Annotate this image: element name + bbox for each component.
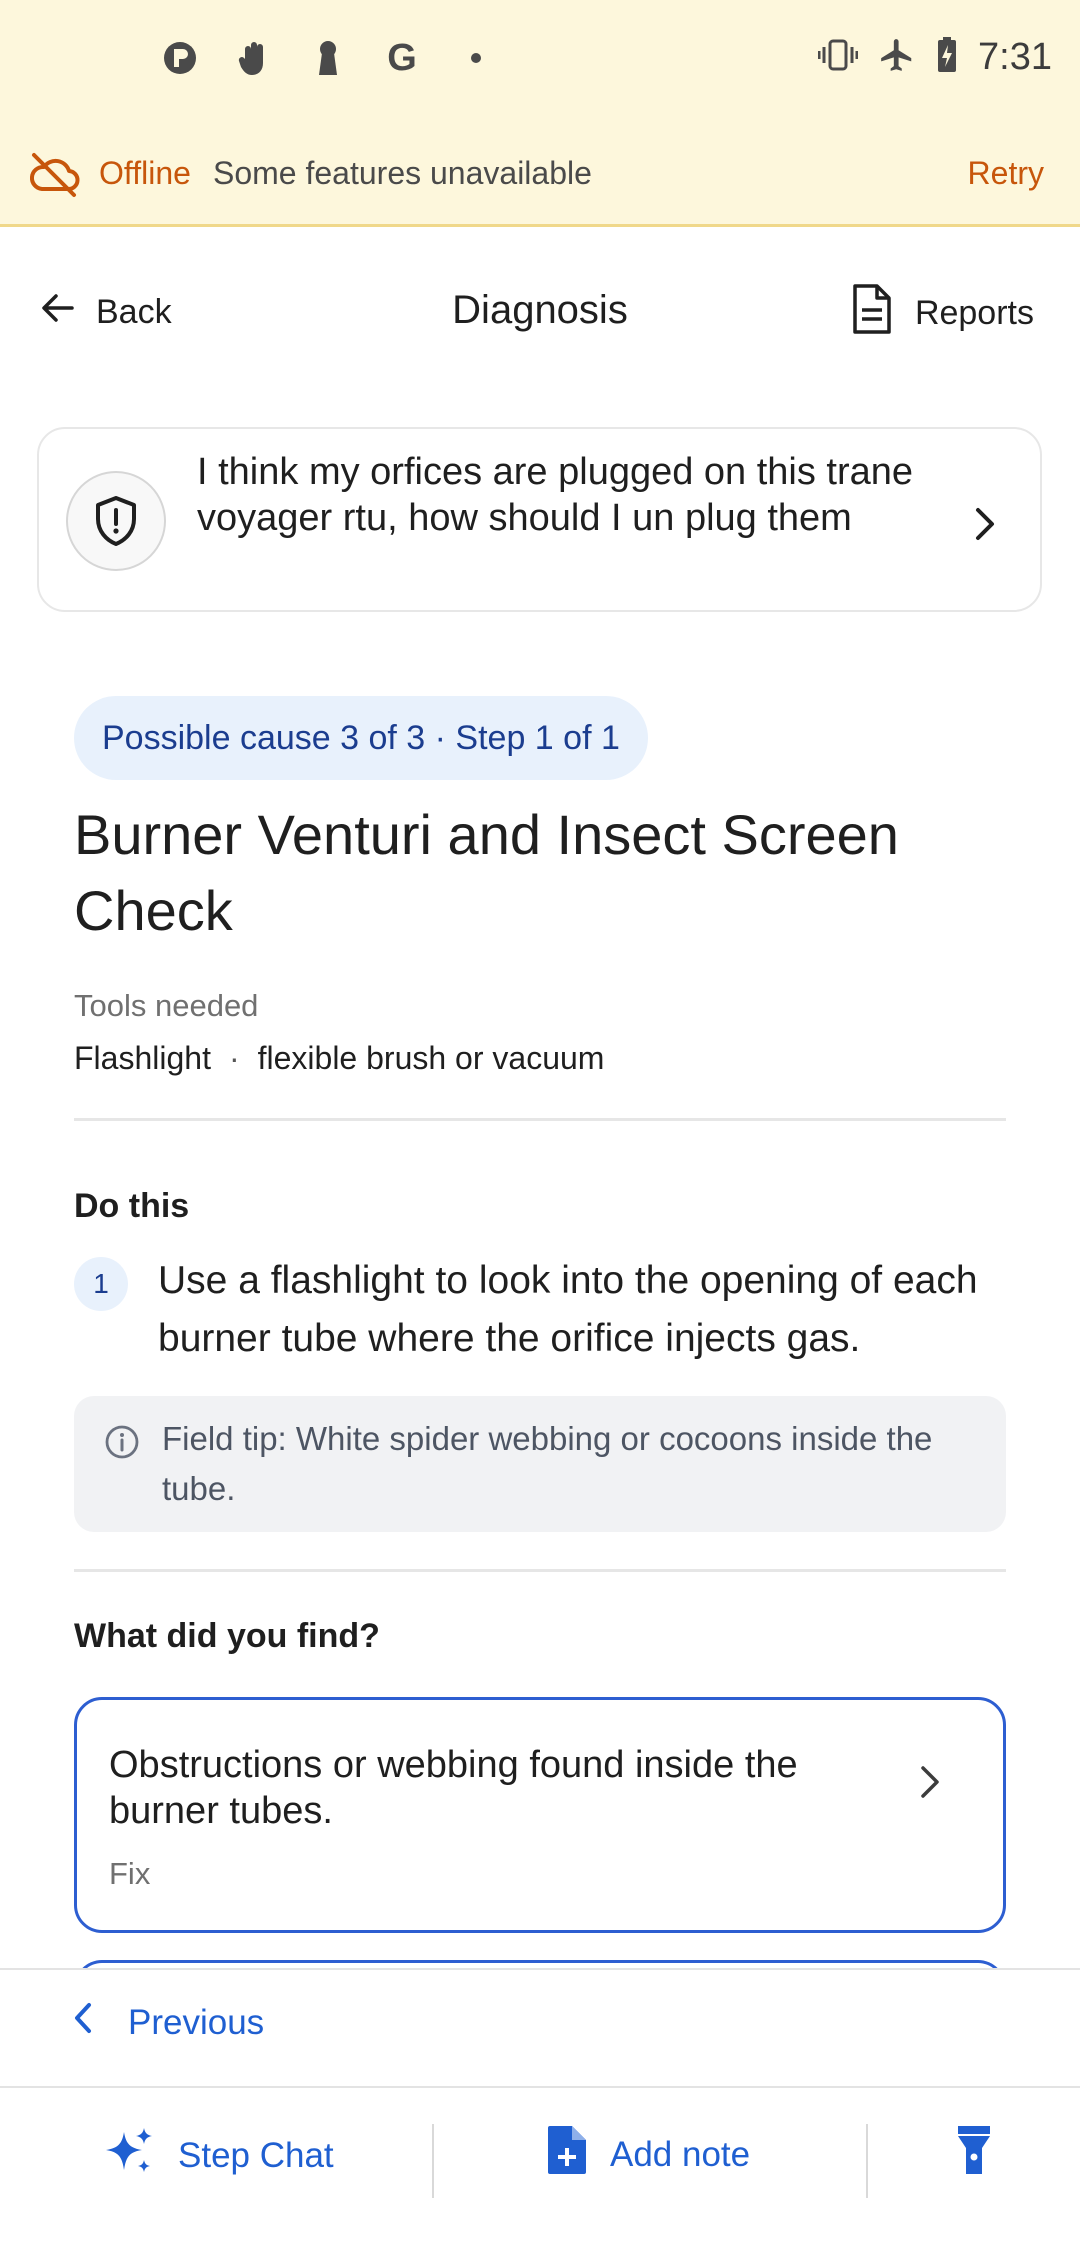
question-card[interactable]: I think my orfices are plugged on this t… [37,427,1042,612]
google-g-icon: G [387,36,417,79]
clock-time: 7:31 [978,36,1052,78]
reports-label: Reports [914,294,1034,332]
chevron-left-icon [72,2000,94,2045]
reports-button[interactable]: Reports [849,283,1034,344]
dot-icon [456,38,496,78]
question-text: I think my orfices are plugged on this t… [197,451,914,539]
bottom-bar: Previous Step Chat Add note [0,1968,1080,2262]
divider [74,1118,1006,1121]
airplane-icon [878,36,916,79]
tool-item: flexible brush or vacuum [257,1040,605,1076]
chevron-right-icon [917,1762,943,1802]
flashlight-icon [956,2124,992,2187]
chevron-right-icon [970,504,1000,544]
hand-icon [234,38,274,78]
findings-heading: What did you find? [74,1617,380,1655]
back-button[interactable]: Back [40,290,172,335]
toolbar-separator [866,2124,868,2198]
do-this-heading: Do this [74,1187,190,1225]
status-bar: G 7:31 [0,0,1080,125]
field-tip: Field tip: White spider webbing or cocoo… [74,1396,1006,1532]
sparkle-icon [102,2124,156,2187]
app-p-icon [160,38,200,78]
offline-banner: Offline Some features unavailable Retry [0,125,1080,227]
status-bar-left-icons: G [160,36,496,79]
step-chat-button[interactable]: Step Chat [102,2124,334,2187]
finding-option-subtitle: Fix [109,1856,151,1891]
finding-option[interactable]: Obstructions or webbing found inside the… [74,1697,1006,1933]
add-note-button[interactable]: Add note [546,2124,750,2185]
tools-list: Flashlight · flexible brush or vacuum [74,1040,604,1077]
document-icon [849,283,893,344]
toolbar-separator [432,2124,434,2198]
previous-button[interactable]: Previous [72,2000,264,2045]
divider [74,1569,1006,1572]
cloud-off-icon [28,151,80,199]
back-label: Back [96,293,172,331]
offline-message: Some features unavailable [213,155,592,191]
info-icon [104,1424,140,1460]
field-tip-text: Field tip: White spider webbing or cocoo… [162,1420,933,1507]
step-chat-label: Step Chat [178,2135,334,2175]
keyhole-icon [308,38,348,78]
action-toolbar: Step Chat Add note [0,2088,1080,2262]
retry-button[interactable]: Retry [968,155,1044,192]
add-note-label: Add note [610,2134,751,2174]
finding-option-title: Obstructions or webbing found inside the… [109,1744,798,1832]
tool-separator: · [228,1040,240,1076]
status-bar-right-icons: 7:31 [817,36,1052,79]
arrow-left-icon [40,290,76,335]
vibrate-icon [817,37,859,78]
previous-label: Previous [128,2002,265,2042]
instruction-text: Use a flashlight to look into the openin… [158,1259,978,1360]
flashlight-button[interactable] [956,2124,992,2187]
step-title: Burner Venturi and Insect Screen Check [74,803,899,942]
shield-icon [66,471,166,571]
tool-item: Flashlight [74,1040,211,1076]
offline-label: Offline [99,155,191,191]
top-nav: Back Diagnosis Reports [0,228,1080,398]
note-add-icon [546,2124,588,2185]
step-progress-badge: Possible cause 3 of 3 · Step 1 of 1 [74,696,648,780]
instruction-number: 1 [74,1257,128,1311]
battery-charging-icon [936,36,958,79]
tools-needed-label: Tools needed [74,988,259,1023]
